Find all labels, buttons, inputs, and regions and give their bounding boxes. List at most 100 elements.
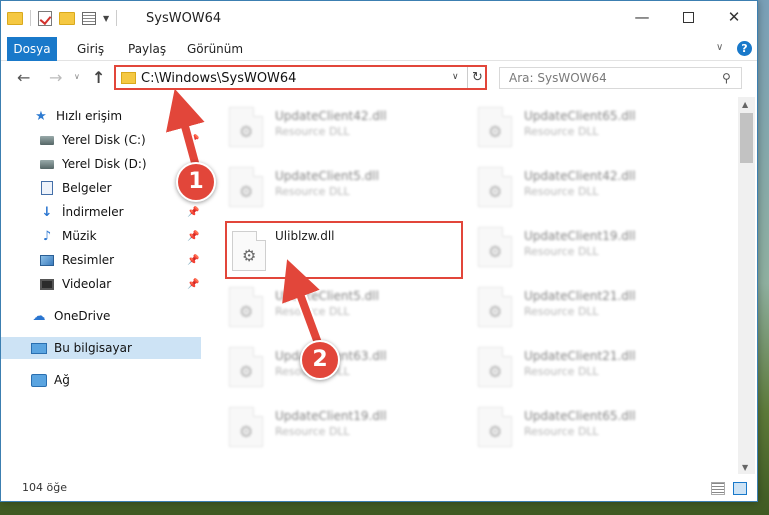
dll-file-icon: ⚙ [232,231,266,271]
properties-check-icon[interactable] [38,10,52,26]
help-icon[interactable]: ? [737,41,752,56]
file-item[interactable]: ⚙ UpdateClient21.dll Resource DLL [476,341,706,391]
file-item[interactable]: ⚙ UpdateClient42.dll Resource DLL [227,101,457,151]
sidebar-item-pictures[interactable]: Resimler 📌 [1,249,201,271]
file-name: UpdateClient65.dll [524,109,636,123]
maximize-icon [682,11,694,23]
file-name: UpdateClient42.dll [275,109,387,123]
sidebar-item-label: Videolar [62,277,112,291]
step-badge-2: 2 [300,340,340,380]
dll-file-icon: ⚙ [478,347,512,387]
sidebar-item-this-pc[interactable]: Bu bilgisayar [1,337,201,359]
address-path[interactable]: C:\Windows\SysWOW64 [141,71,296,86]
file-name: UpdateClient19.dll [275,409,387,423]
expand-ribbon-chevron-icon[interactable]: ∨ [716,42,723,53]
file-item[interactable]: ⚙ UpdateClient63.dll Resource DLL [227,341,457,391]
dll-file-icon: ⚙ [229,107,263,147]
pin-icon[interactable]: 📌 [187,135,199,146]
sidebar-item-downloads[interactable]: ↓ İndirmeler 📌 [1,201,201,223]
up-arrow-icon[interactable]: ↑ [92,68,105,87]
file-type: Resource DLL [275,185,350,198]
explorer-window: ▼ SysWOW64 — ✕ Dosya Giriş Paylaş Görünü… [0,0,758,502]
folder-icon [7,11,23,25]
file-type: Resource DLL [275,125,350,138]
forward-arrow-icon[interactable]: → [49,68,62,87]
search-box[interactable]: Ara: SysWOW64 ⚲ [499,67,742,89]
tab-share[interactable]: Paylaş [118,37,176,61]
pin-icon[interactable]: 📌 [187,231,199,242]
toolbar-divider [116,10,118,26]
vertical-scrollbar[interactable]: ▲ ▼ [738,97,755,474]
item-count: 104 öğe [22,481,67,494]
file-type: Resource DLL [524,305,599,318]
maximize-button[interactable] [665,1,711,33]
navigation-bar: ← → ∨ ↑ C:\Windows\SysWOW64 ∨ ↻ Ara: Sys… [1,62,757,94]
large-icons-view-icon[interactable] [733,482,747,495]
view-options-icon[interactable] [82,11,96,25]
scroll-up-icon[interactable]: ▲ [742,100,748,109]
search-placeholder[interactable]: Ara: SysWOW64 [509,71,607,85]
dll-file-icon: ⚙ [478,407,512,447]
disk-icon [39,156,55,172]
file-name: UpdateClient21.dll [524,349,636,363]
pin-icon[interactable]: 📌 [187,279,199,290]
computer-icon [31,340,47,356]
window-title: SysWOW64 [146,11,222,26]
scroll-down-icon[interactable]: ▼ [742,463,748,472]
sidebar-item-network[interactable]: Ağ [1,369,201,391]
file-item[interactable]: ⚙ UpdateClient5.dll Resource DLL [227,281,457,331]
details-view-icon[interactable] [711,482,725,495]
address-bar[interactable]: C:\Windows\SysWOW64 ∨ ↻ [114,65,487,90]
file-type: Resource DLL [275,425,350,438]
sidebar-item-videos[interactable]: Videolar 📌 [1,273,201,295]
file-name: Uliblzw.dll [275,229,335,243]
sidebar-item-label: Belgeler [62,181,112,195]
back-arrow-icon[interactable]: ← [17,68,30,87]
file-item[interactable]: ⚙ UpdateClient65.dll Resource DLL [476,101,706,151]
dll-file-icon: ⚙ [478,167,512,207]
sidebar-item-label: İndirmeler [62,205,124,219]
close-button[interactable]: ✕ [711,1,757,33]
file-item[interactable]: ⚙ UpdateClient19.dll Resource DLL [476,221,706,271]
scrollbar-thumb[interactable] [740,113,753,163]
file-type: Resource DLL [524,425,599,438]
pin-icon[interactable]: 📌 [187,207,199,218]
music-icon: ♪ [42,228,52,244]
refresh-icon[interactable]: ↻ [467,67,487,88]
file-item-highlighted[interactable]: ⚙ Uliblzw.dll [225,221,463,279]
recent-locations-chevron-icon[interactable]: ∨ [74,72,80,81]
file-name: UpdateClient42.dll [524,169,636,183]
file-name: UpdateClient65.dll [524,409,636,423]
file-item[interactable]: ⚙ UpdateClient19.dll Resource DLL [227,401,457,451]
file-type: Resource DLL [524,185,599,198]
picture-icon [39,252,55,268]
tab-file[interactable]: Dosya [7,37,57,61]
search-icon[interactable]: ⚲ [722,71,731,85]
file-list: ⚙ UpdateClient42.dll Resource DLL ⚙ Upda… [206,97,736,473]
cloud-icon: ☁ [32,308,46,324]
file-item[interactable]: ⚙ UpdateClient21.dll Resource DLL [476,281,706,331]
status-bar: 104 öğe [1,477,757,501]
sidebar-item-onedrive[interactable]: ☁ OneDrive [1,305,201,327]
file-item[interactable]: ⚙ UpdateClient65.dll Resource DLL [476,401,706,451]
sidebar-item-documents[interactable]: Belgeler 📌 [1,177,201,199]
new-folder-icon[interactable] [59,11,75,25]
tab-view[interactable]: Görünüm [177,37,253,61]
tab-home[interactable]: Giriş [67,37,114,61]
sidebar-item-quick-access[interactable]: ★ Hızlı erişim [1,105,201,127]
pin-icon[interactable]: 📌 [187,255,199,266]
sidebar-item-local-disk-d[interactable]: Yerel Disk (D:) 📌 [1,153,201,175]
dll-file-icon: ⚙ [229,407,263,447]
dll-file-icon: ⚙ [229,287,263,327]
download-icon: ↓ [41,204,53,220]
dll-file-icon: ⚙ [478,287,512,327]
file-name: UpdateClient5.dll [275,289,379,303]
sidebar-item-local-disk-c[interactable]: Yerel Disk (C:) 📌 [1,129,201,151]
file-item[interactable]: ⚙ UpdateClient42.dll Resource DLL [476,161,706,211]
sidebar-item-label: Bu bilgisayar [54,341,132,355]
sidebar-item-music[interactable]: ♪ Müzik 📌 [1,225,201,247]
chevron-down-icon[interactable]: ▼ [103,14,109,23]
minimize-button[interactable]: — [619,1,665,33]
file-item[interactable]: ⚙ UpdateClient5.dll Resource DLL [227,161,457,211]
address-history-chevron-icon[interactable]: ∨ [452,72,459,82]
